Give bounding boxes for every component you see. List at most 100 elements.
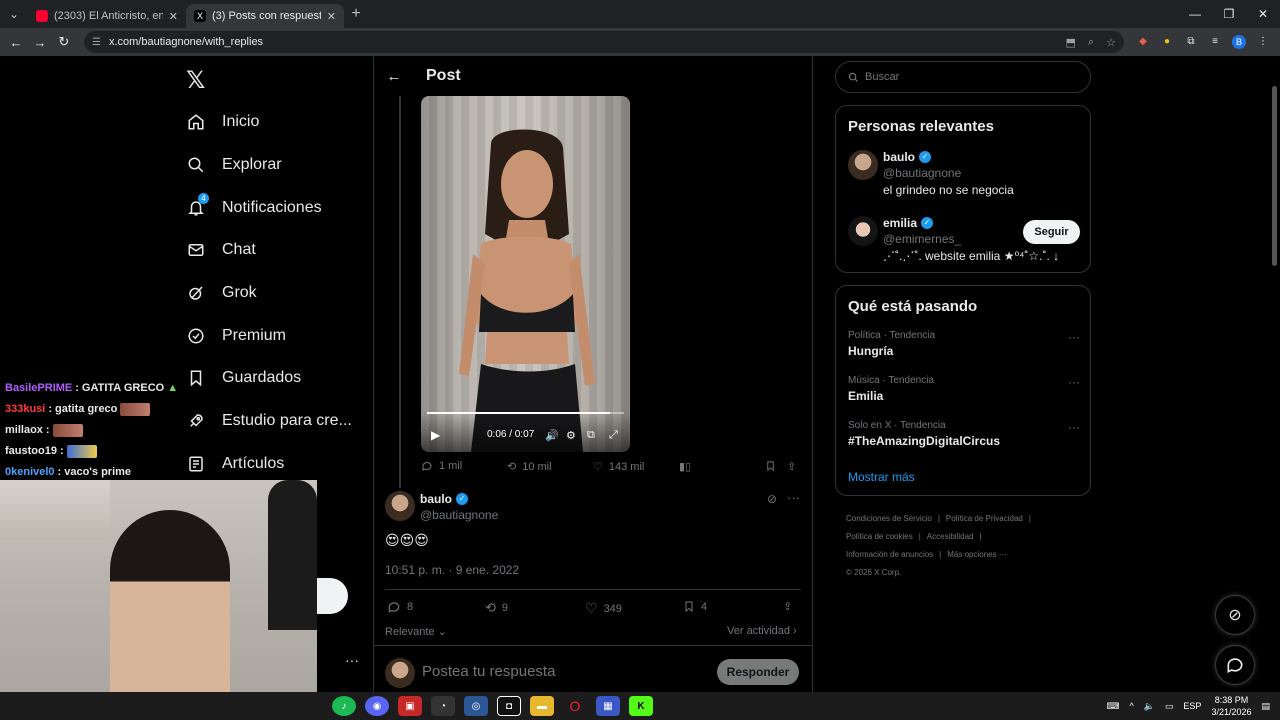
tab-x[interactable]: X (3) Posts con respuestas de bau ✕ bbox=[186, 4, 344, 28]
bookmark-icon[interactable] bbox=[765, 460, 776, 472]
volume-icon[interactable]: 🔊 bbox=[545, 429, 559, 442]
more-options-icon[interactable]: ··· bbox=[1068, 330, 1080, 344]
spotify-icon[interactable]: ♪ bbox=[332, 696, 356, 716]
more-options-icon[interactable]: ··· bbox=[345, 652, 359, 668]
grok-icon[interactable]: ⊘ bbox=[767, 492, 777, 506]
follow-button[interactable]: Seguir bbox=[1023, 220, 1080, 244]
bookmark-star-icon[interactable]: ☆ bbox=[1106, 36, 1116, 49]
reading-list-icon[interactable]: ≡ bbox=[1208, 35, 1222, 49]
nav-item-notifications[interactable]: 4 Notificaciones bbox=[186, 193, 322, 218]
opera-icon[interactable]: O bbox=[563, 696, 587, 716]
extension-icon[interactable]: ◆ bbox=[1136, 35, 1150, 49]
site-info-icon[interactable]: ☰ bbox=[92, 37, 101, 48]
footer-link[interactable]: Política de cookies bbox=[846, 532, 913, 541]
nav-item-creator-studio[interactable]: Estudio para cre... bbox=[186, 411, 352, 431]
nav-item-articles[interactable]: Artículos bbox=[186, 454, 284, 474]
reply-input[interactable] bbox=[422, 663, 702, 680]
scrollbar-thumb[interactable] bbox=[1272, 86, 1277, 266]
reply-submit-button[interactable]: Responder bbox=[717, 659, 799, 685]
nav-item-grok[interactable]: Grok bbox=[186, 283, 257, 303]
footer-link[interactable]: Condiciones de Servicio bbox=[846, 514, 932, 523]
fullscreen-icon[interactable]: ⤢ bbox=[609, 429, 618, 442]
more-options-icon[interactable]: ··· bbox=[787, 490, 800, 505]
avatar[interactable] bbox=[385, 491, 415, 521]
nav-item-home[interactable]: Inicio bbox=[186, 112, 259, 132]
install-icon[interactable]: ⬒ bbox=[1066, 36, 1076, 49]
keyboard-icon[interactable]: ⌨ bbox=[1106, 701, 1119, 712]
reply-timestamp[interactable]: 10:51 p. m. · 9 ene. 2022 bbox=[385, 563, 519, 577]
footer-link[interactable]: Accesibilidad bbox=[927, 532, 974, 541]
show-more-link[interactable]: Mostrar más bbox=[848, 470, 915, 484]
back-arrow-icon[interactable]: ← bbox=[4, 35, 28, 50]
more-options-icon[interactable]: ··· bbox=[1068, 375, 1080, 389]
author-handle[interactable]: @bautiagnone bbox=[420, 508, 498, 522]
like-button[interactable]: ♡ 349 bbox=[585, 600, 622, 617]
reply-author[interactable]: baulo ✓ bbox=[420, 492, 468, 506]
extension-icon[interactable]: ● bbox=[1160, 35, 1174, 49]
discord-icon[interactable]: ◉ bbox=[365, 696, 389, 716]
app-icon[interactable]: ◘ bbox=[497, 696, 521, 716]
trend-item[interactable]: Solo en X · Tendencia #TheAmazingDigital… bbox=[848, 420, 1080, 448]
nav-item-bookmarks[interactable]: Guardados bbox=[186, 368, 301, 388]
new-tab-button[interactable]: + bbox=[344, 5, 368, 23]
trend-item[interactable]: Música · Tendencia Emilia ··· bbox=[848, 375, 1080, 403]
language-indicator[interactable]: ESP bbox=[1183, 701, 1201, 711]
close-icon[interactable]: ✕ bbox=[327, 10, 336, 23]
messages-fab-button[interactable] bbox=[1215, 645, 1255, 685]
bookmark-button[interactable]: 4 bbox=[683, 600, 707, 613]
avatar[interactable] bbox=[848, 216, 878, 246]
reply-button[interactable]: 8 bbox=[387, 600, 413, 614]
folder-icon[interactable]: ▬ bbox=[530, 696, 554, 716]
puzzle-icon[interactable]: ⧉ bbox=[1184, 35, 1198, 49]
profile-avatar[interactable]: B bbox=[1232, 35, 1246, 49]
footer-link[interactable]: Política de Privacidad bbox=[946, 514, 1023, 523]
reply-button[interactable]: 1 mil bbox=[421, 460, 462, 472]
video-progress-bar[interactable] bbox=[427, 412, 624, 414]
search-input[interactable] bbox=[865, 71, 1065, 83]
back-arrow-icon[interactable]: ← bbox=[380, 62, 408, 90]
minimize-icon[interactable]: — bbox=[1178, 0, 1212, 28]
trend-item[interactable]: Política · Tendencia Hungría ··· bbox=[848, 330, 1080, 358]
sort-dropdown[interactable]: Relevante ⌄ bbox=[385, 625, 447, 638]
search-box[interactable] bbox=[835, 61, 1091, 93]
network-icon[interactable]: ▭ bbox=[1165, 701, 1174, 712]
app-icon[interactable]: ▣ bbox=[398, 696, 422, 716]
repost-button[interactable]: ⟲ 10 mil bbox=[507, 460, 552, 474]
avatar[interactable] bbox=[848, 150, 878, 180]
settings-icon[interactable]: ⚙ bbox=[566, 429, 576, 442]
scrollbar[interactable] bbox=[1268, 56, 1280, 692]
close-window-icon[interactable]: ✕ bbox=[1246, 0, 1280, 28]
forward-arrow-icon[interactable]: → bbox=[28, 35, 52, 50]
kick-icon[interactable]: K bbox=[629, 696, 653, 716]
tab-search-icon[interactable]: ⌄ bbox=[0, 0, 28, 28]
restore-icon[interactable]: ❐ bbox=[1212, 0, 1246, 28]
view-activity-link[interactable]: Ver actividad › bbox=[727, 625, 797, 637]
nav-item-premium[interactable]: Premium bbox=[186, 326, 286, 346]
close-icon[interactable]: ✕ bbox=[169, 10, 178, 23]
video-player[interactable]: ▶ 0:06 / 0:07 🔊 ⚙ ⧉ ⤢ bbox=[421, 96, 630, 452]
zoom-icon[interactable]: ⌕ bbox=[1088, 36, 1094, 49]
post-button[interactable] bbox=[317, 578, 348, 614]
chrome-icon[interactable]: ◎ bbox=[464, 696, 488, 716]
repost-button[interactable]: ⟲ 9 bbox=[485, 600, 508, 616]
tab-youtube[interactable]: (2303) El Anticristo, en una línea ✕ bbox=[28, 4, 186, 28]
address-bar[interactable]: ☰ x.com/bautiagnone/with_replies ⬒ ⌕ ☆ bbox=[84, 31, 1124, 53]
clock[interactable]: 8:38 PM 3/21/2026 bbox=[1211, 694, 1251, 718]
more-options-icon[interactable]: ··· bbox=[1068, 420, 1080, 434]
volume-icon[interactable]: 🔈 bbox=[1144, 701, 1155, 712]
reload-icon[interactable]: ↻ bbox=[52, 34, 76, 50]
pip-icon[interactable]: ⧉ bbox=[587, 429, 595, 442]
nav-item-explore[interactable]: Explorar bbox=[186, 155, 282, 175]
share-icon[interactable]: ⇪ bbox=[783, 600, 792, 613]
notifications-icon[interactable]: ▤ bbox=[1261, 701, 1270, 712]
nav-item-chat[interactable]: Chat bbox=[186, 240, 256, 260]
like-button[interactable]: ♡ 143 mil bbox=[593, 460, 644, 474]
menu-icon[interactable]: ⋮ bbox=[1256, 35, 1270, 49]
app-icon[interactable]: ▦ bbox=[596, 696, 620, 716]
app-icon[interactable]: ◔ bbox=[431, 696, 455, 716]
views-icon[interactable]: ▮▯ bbox=[679, 460, 691, 473]
footer-link[interactable]: Información de anuncios bbox=[846, 550, 933, 559]
grok-fab-button[interactable]: ⊘ bbox=[1215, 595, 1255, 635]
chevron-up-icon[interactable]: ^ bbox=[1129, 701, 1133, 711]
x-logo[interactable]: 𝕏 bbox=[186, 66, 205, 95]
